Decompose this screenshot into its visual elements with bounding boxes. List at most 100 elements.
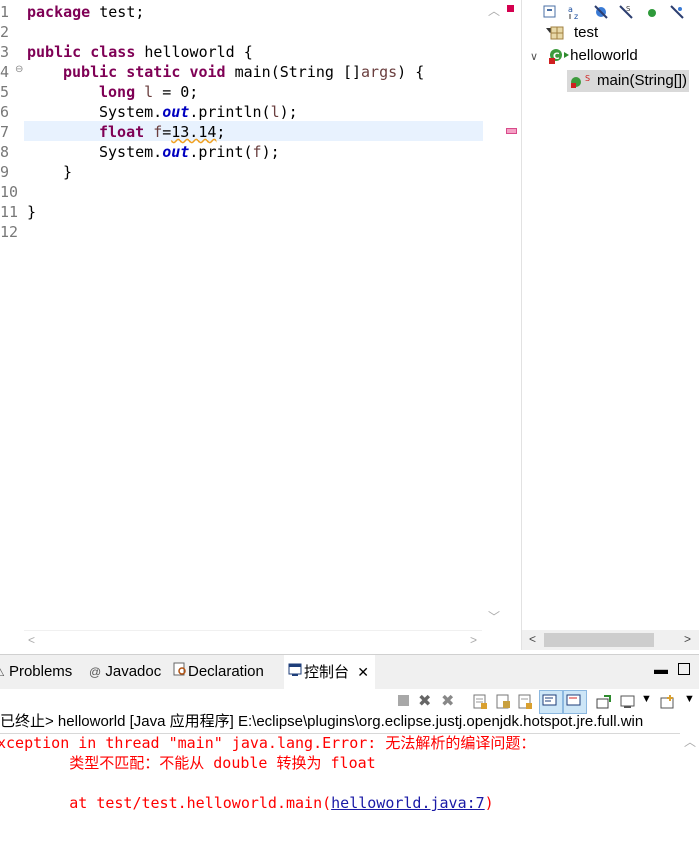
minimize-icon[interactable]: ▬ — [654, 661, 668, 677]
keyword: static — [126, 63, 181, 81]
variable: f — [153, 123, 163, 141]
code-text: } — [63, 163, 73, 181]
hide-non-public-icon[interactable] — [644, 4, 660, 20]
hide-fields-icon[interactable] — [593, 4, 609, 20]
code-text: System. — [99, 103, 163, 121]
chevron-down-icon[interactable]: ∨ — [530, 50, 544, 63]
collapse-all-icon[interactable] — [542, 4, 558, 20]
keyword: public — [27, 43, 82, 61]
maximize-icon[interactable] — [678, 663, 690, 675]
line-number: 9 — [0, 163, 10, 181]
outline-horizontal-scrollbar[interactable]: < > — [522, 630, 699, 650]
console-line: 类型不匹配：不能从 double 转换为 float — [0, 754, 376, 772]
code-line: } — [27, 202, 36, 222]
code-line: public static void main(String []args) { — [63, 62, 424, 82]
overview-ruler[interactable] — [505, 0, 519, 650]
code-text: test; — [90, 3, 145, 21]
console-icon — [288, 656, 304, 690]
scroll-up-icon[interactable]: ︿ — [684, 733, 696, 750]
stack-frame-text: at test/test.helloworld.main( — [0, 794, 332, 812]
code-line: float f=13.14; — [99, 122, 225, 142]
tab-console[interactable]: 控制台 ✕ — [284, 655, 375, 689]
class-icon: C — [548, 48, 570, 65]
stack-frame-text: ) — [484, 794, 494, 812]
variable: f — [252, 143, 262, 161]
code-text: ); — [261, 143, 280, 161]
outline-view: az S test ∨ Chelloworld Smain(String[]) … — [521, 0, 699, 650]
outline-class-label: helloworld — [570, 47, 638, 64]
outline-class-item[interactable]: ∨ Chelloworld — [530, 47, 638, 65]
hide-static-icon[interactable]: S — [618, 4, 634, 20]
remove-launch-icon[interactable]: ✖ — [418, 691, 431, 711]
tab-declaration[interactable]: Declaration — [173, 655, 264, 689]
code-text: main(String [] — [225, 63, 362, 81]
editor-horizontal-scrollbar[interactable]: < > — [24, 630, 482, 651]
code-text: helloworld { — [135, 43, 253, 61]
keyword: void — [189, 63, 226, 81]
console-panel: ⚠ Problems @ Javadoc Declaration 控制台 ✕ ▬… — [0, 654, 699, 863]
code-editor[interactable]: 1 2 3 4 ⊖ 5 6 7 8 9 10 11 12 package tes… — [0, 0, 505, 651]
scroll-down-icon[interactable]: ﹀ — [488, 608, 500, 625]
javadoc-icon: @ — [89, 665, 102, 679]
scrollbar-thumb[interactable] — [544, 633, 654, 647]
remove-all-icon[interactable]: ✖ — [441, 691, 454, 711]
code-line: System.out.println(l); — [99, 102, 298, 122]
code-text: .print( — [189, 143, 253, 161]
tab-problems[interactable]: ⚠ Problems — [0, 655, 72, 689]
problems-icon: ⚠ — [0, 665, 5, 679]
error-annotation-marker[interactable] — [506, 128, 517, 134]
scroll-right-icon[interactable]: > — [470, 633, 477, 647]
scroll-left-icon[interactable]: < — [529, 632, 536, 646]
chevron-down-icon[interactable]: ▼ — [641, 693, 652, 705]
outline-package-label: test — [574, 24, 599, 41]
field: out — [162, 143, 190, 161]
code-line: System.out.print(f); — [99, 142, 280, 162]
code-text: ; — [216, 123, 226, 141]
current-line-highlight — [24, 121, 483, 141]
keyword: public — [63, 63, 118, 81]
keyword: package — [27, 3, 91, 21]
declaration-icon — [173, 655, 188, 689]
outline-package-item[interactable]: test — [550, 24, 598, 41]
code-text: = 0; — [153, 83, 199, 101]
code-text: } — [27, 203, 37, 221]
variable: args — [361, 63, 398, 81]
sort-icon[interactable]: az — [567, 4, 583, 21]
console-vertical-scrollbar[interactable]: ︿ — [680, 733, 699, 863]
line-number: 6 — [0, 103, 10, 121]
error-overview-marker[interactable] — [507, 5, 514, 12]
outline-toolbar: az S — [542, 3, 699, 33]
fold-collapse-icon[interactable]: ⊖ — [15, 64, 23, 75]
svg-text:a: a — [568, 5, 573, 14]
scroll-right-icon[interactable]: > — [684, 632, 691, 646]
console-output[interactable]: xception in thread "main" java.lang.Erro… — [0, 733, 680, 863]
field: out — [162, 103, 190, 121]
outline-method-item[interactable]: Smain(String[]) — [567, 70, 690, 92]
code-text: ); — [279, 103, 298, 121]
line-number: 11 — [0, 203, 19, 221]
line-number: 8 — [0, 143, 10, 161]
keyword: float — [99, 123, 145, 141]
tab-declaration-label: Declaration — [188, 663, 264, 680]
tab-javadoc-label: Javadoc — [105, 663, 162, 680]
tab-javadoc[interactable]: @ Javadoc — [89, 655, 161, 689]
error-literal[interactable]: 13.14 — [171, 123, 216, 141]
tab-console-label: 控制台 — [304, 664, 350, 681]
scroll-left-icon[interactable]: < — [28, 633, 35, 647]
panel-tab-bar: ⚠ Problems @ Javadoc Declaration 控制台 ✕ ▬ — [0, 655, 699, 689]
method-icon: S — [569, 73, 597, 89]
scroll-up-icon[interactable]: ︿ — [488, 2, 500, 19]
code-text: .println( — [189, 103, 271, 121]
hide-local-types-icon[interactable] — [669, 4, 685, 20]
code-line: long l = 0; — [99, 82, 198, 102]
variable: l — [270, 103, 280, 121]
console-line: xception in thread "main" java.lang.Erro… — [0, 734, 536, 752]
source-file-link[interactable]: helloworld.java:7 — [331, 794, 485, 812]
terminate-icon[interactable] — [398, 695, 409, 706]
package-icon — [550, 26, 566, 40]
chevron-down-icon[interactable]: ▼ — [684, 693, 695, 705]
editor-vertical-scrollbar[interactable]: ︿ ﹀ — [483, 0, 505, 630]
svg-text:z: z — [574, 12, 578, 20]
line-number: 2 — [0, 23, 10, 41]
close-icon[interactable]: ✕ — [357, 664, 369, 680]
